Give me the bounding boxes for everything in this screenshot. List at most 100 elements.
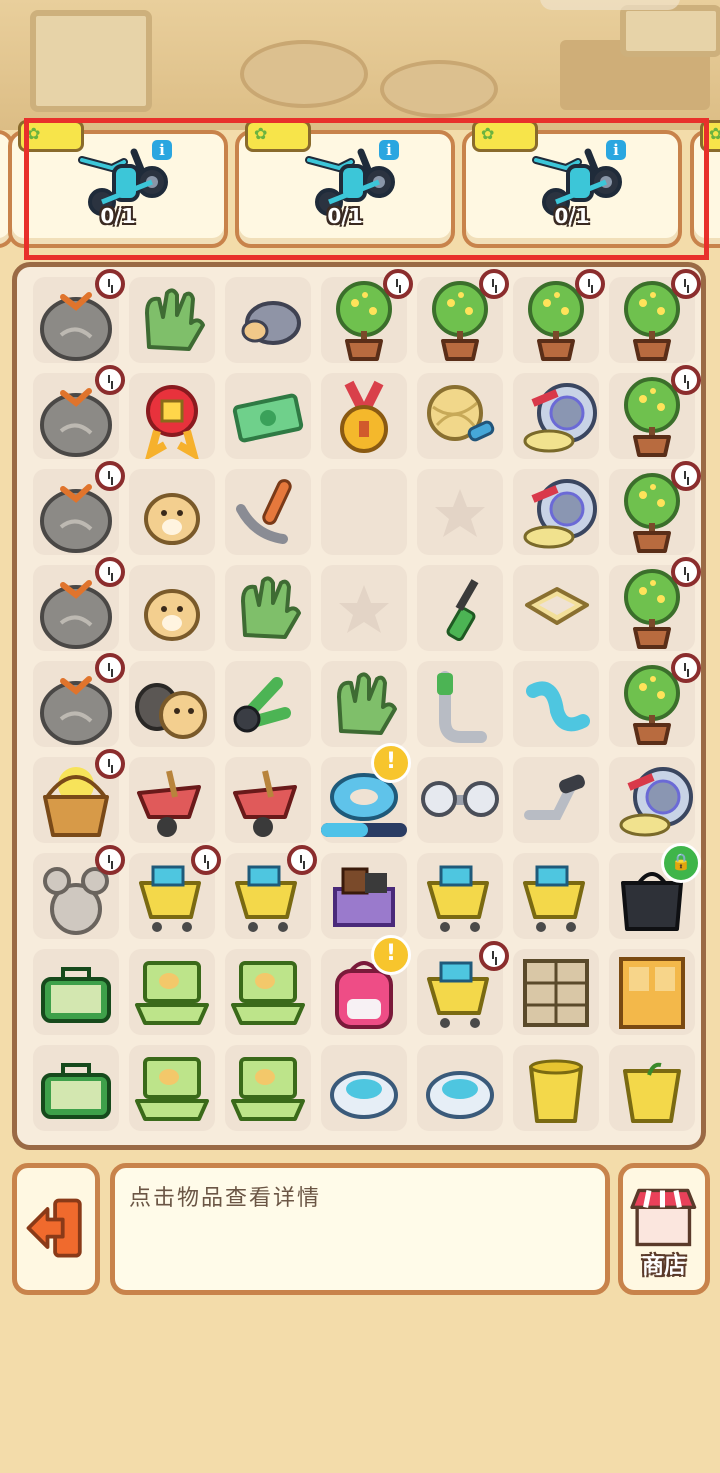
shop-label: 商店: [641, 1254, 686, 1279]
board-cell-garbage-bag[interactable]: [33, 557, 125, 651]
board-cell-shopping-cart[interactable]: [225, 845, 317, 939]
top-button[interactable]: [540, 0, 680, 10]
board-cell-hamster[interactable]: [129, 565, 215, 651]
board-cell-pipe[interactable]: [417, 661, 503, 747]
robot-snail-icon: [619, 767, 693, 837]
screwdriver-icon: [446, 579, 479, 642]
board-cell-potted-tree[interactable]: [417, 269, 509, 363]
board-cell-laptop[interactable]: [129, 1045, 215, 1131]
board-cell-hamster[interactable]: [129, 469, 215, 555]
board-cell-shopping-cart[interactable]: [417, 853, 503, 939]
robot-snail-icon: [523, 383, 597, 453]
timer-icon: [95, 653, 125, 683]
green-case-icon: [41, 1063, 111, 1119]
shop-button[interactable]: 商店: [618, 1163, 710, 1295]
frame-icon: [525, 587, 589, 625]
background-window: [620, 5, 720, 57]
board-cell-potted-tree[interactable]: [609, 461, 701, 555]
board-cell-laptop[interactable]: [225, 1045, 311, 1131]
board-cell-shopping-cart[interactable]: [417, 941, 509, 1035]
board-cell-swim-ring[interactable]: !: [321, 743, 411, 843]
board-cell-robot-vacuum[interactable]: [417, 1045, 503, 1131]
board-cell-potted-tree[interactable]: [609, 653, 701, 747]
board-cell-potted-tree[interactable]: [513, 269, 605, 363]
board-cell-garbage-bag[interactable]: [33, 461, 125, 555]
board-cell-bike-part[interactable]: [513, 757, 599, 843]
board-cell-screwdriver[interactable]: [417, 565, 503, 651]
board-cell-black-bag[interactable]: 🔒: [609, 843, 701, 939]
robot-snail-icon: [523, 479, 597, 549]
board-cell-pink-backpack[interactable]: !: [321, 935, 411, 1035]
board-cell-laptop[interactable]: [225, 949, 311, 1035]
timer-icon: [479, 269, 509, 299]
board-cell-dumbbell[interactable]: [417, 757, 503, 843]
shopping-cart-icon: [523, 865, 585, 932]
board-cell-stone-mouse[interactable]: [33, 845, 125, 939]
board-cell-potted-tree[interactable]: [321, 269, 413, 363]
cabinet-icon: [523, 959, 589, 1027]
board-cell-green-glove[interactable]: [321, 661, 407, 747]
bike-part-icon: [524, 774, 585, 820]
board-cell-gold-medal[interactable]: [321, 373, 407, 459]
item-info-panel: 点击物品查看详情: [110, 1163, 610, 1295]
board-cell-garbage-bag[interactable]: [33, 653, 125, 747]
board-cell-locker[interactable]: [609, 949, 695, 1035]
board-cell-potted-tree[interactable]: [609, 365, 701, 459]
merge-board: ! 🔒!: [12, 262, 706, 1150]
board-cell-green-case[interactable]: [33, 949, 119, 1035]
board-cell-hamster-pair[interactable]: [129, 661, 215, 747]
background-window: [30, 10, 152, 112]
timer-icon: [287, 845, 317, 875]
board-cell-potted-tree[interactable]: [609, 557, 701, 651]
timer-icon: [191, 845, 221, 875]
timer-icon: [95, 557, 125, 587]
hamster-pair-icon: [135, 683, 207, 739]
board-cell-pliers[interactable]: [225, 661, 311, 747]
board-cell-shopping-cart[interactable]: [129, 845, 221, 939]
board-cell-flower-basket[interactable]: [33, 749, 125, 843]
pliers-icon: [233, 677, 291, 733]
board-cell-award-badge[interactable]: [129, 373, 215, 459]
trash-can-icon: [529, 1059, 583, 1123]
board-cell-gift-pile[interactable]: [321, 853, 407, 939]
board-cell-robot-snail[interactable]: [609, 757, 695, 843]
board-cell-wheelbarrow[interactable]: [225, 757, 311, 843]
laptop-icon: [231, 961, 305, 1025]
board-cell-hedgehog[interactable]: [225, 277, 311, 363]
board-cell-cabinet[interactable]: [513, 949, 599, 1035]
board-cell-garbage-bag[interactable]: [33, 365, 125, 459]
board-cell-green-case[interactable]: [33, 1045, 119, 1131]
board-cell-empty[interactable]: [321, 469, 407, 555]
board-cell-shopping-cart[interactable]: [513, 853, 599, 939]
award-badge-icon: [145, 385, 199, 459]
board-cell-green-glove[interactable]: [225, 565, 311, 651]
board-cell-pickaxe[interactable]: [225, 469, 311, 555]
board-cell-robot-snail[interactable]: [513, 373, 599, 459]
board-cell-blue-part[interactable]: [513, 661, 599, 747]
board-cell-robot-snail[interactable]: [513, 469, 599, 555]
board-cell-laptop[interactable]: [129, 949, 215, 1035]
yarn-ball-icon: [427, 385, 495, 442]
board-cell-green-glove[interactable]: [129, 277, 215, 363]
board-cell-trash-can[interactable]: [513, 1045, 599, 1131]
board-cell-garbage-bag[interactable]: [33, 269, 125, 363]
green-glove-icon: [337, 672, 397, 735]
dumbbell-icon: [421, 781, 499, 817]
board-cell-star-slot[interactable]: [321, 565, 407, 651]
timer-icon: [383, 269, 413, 299]
board-cell-robot-vacuum[interactable]: [321, 1045, 407, 1131]
timer-icon: [671, 365, 701, 395]
board-cell-potted-tree[interactable]: [609, 269, 701, 363]
hedgehog-icon: [241, 301, 301, 345]
board-cell-frame[interactable]: [513, 565, 599, 651]
board-cell-cash[interactable]: [225, 373, 311, 459]
plant-pot-icon: [623, 1062, 681, 1123]
timer-icon: [95, 461, 125, 491]
board-cell-yarn-ball[interactable]: [417, 373, 503, 459]
timer-icon: [95, 749, 125, 779]
timer-icon: [575, 269, 605, 299]
exit-button[interactable]: [12, 1163, 100, 1295]
board-cell-star-slot[interactable]: [417, 469, 503, 555]
board-cell-wheelbarrow[interactable]: [129, 757, 215, 843]
board-cell-plant-pot[interactable]: [609, 1045, 695, 1131]
